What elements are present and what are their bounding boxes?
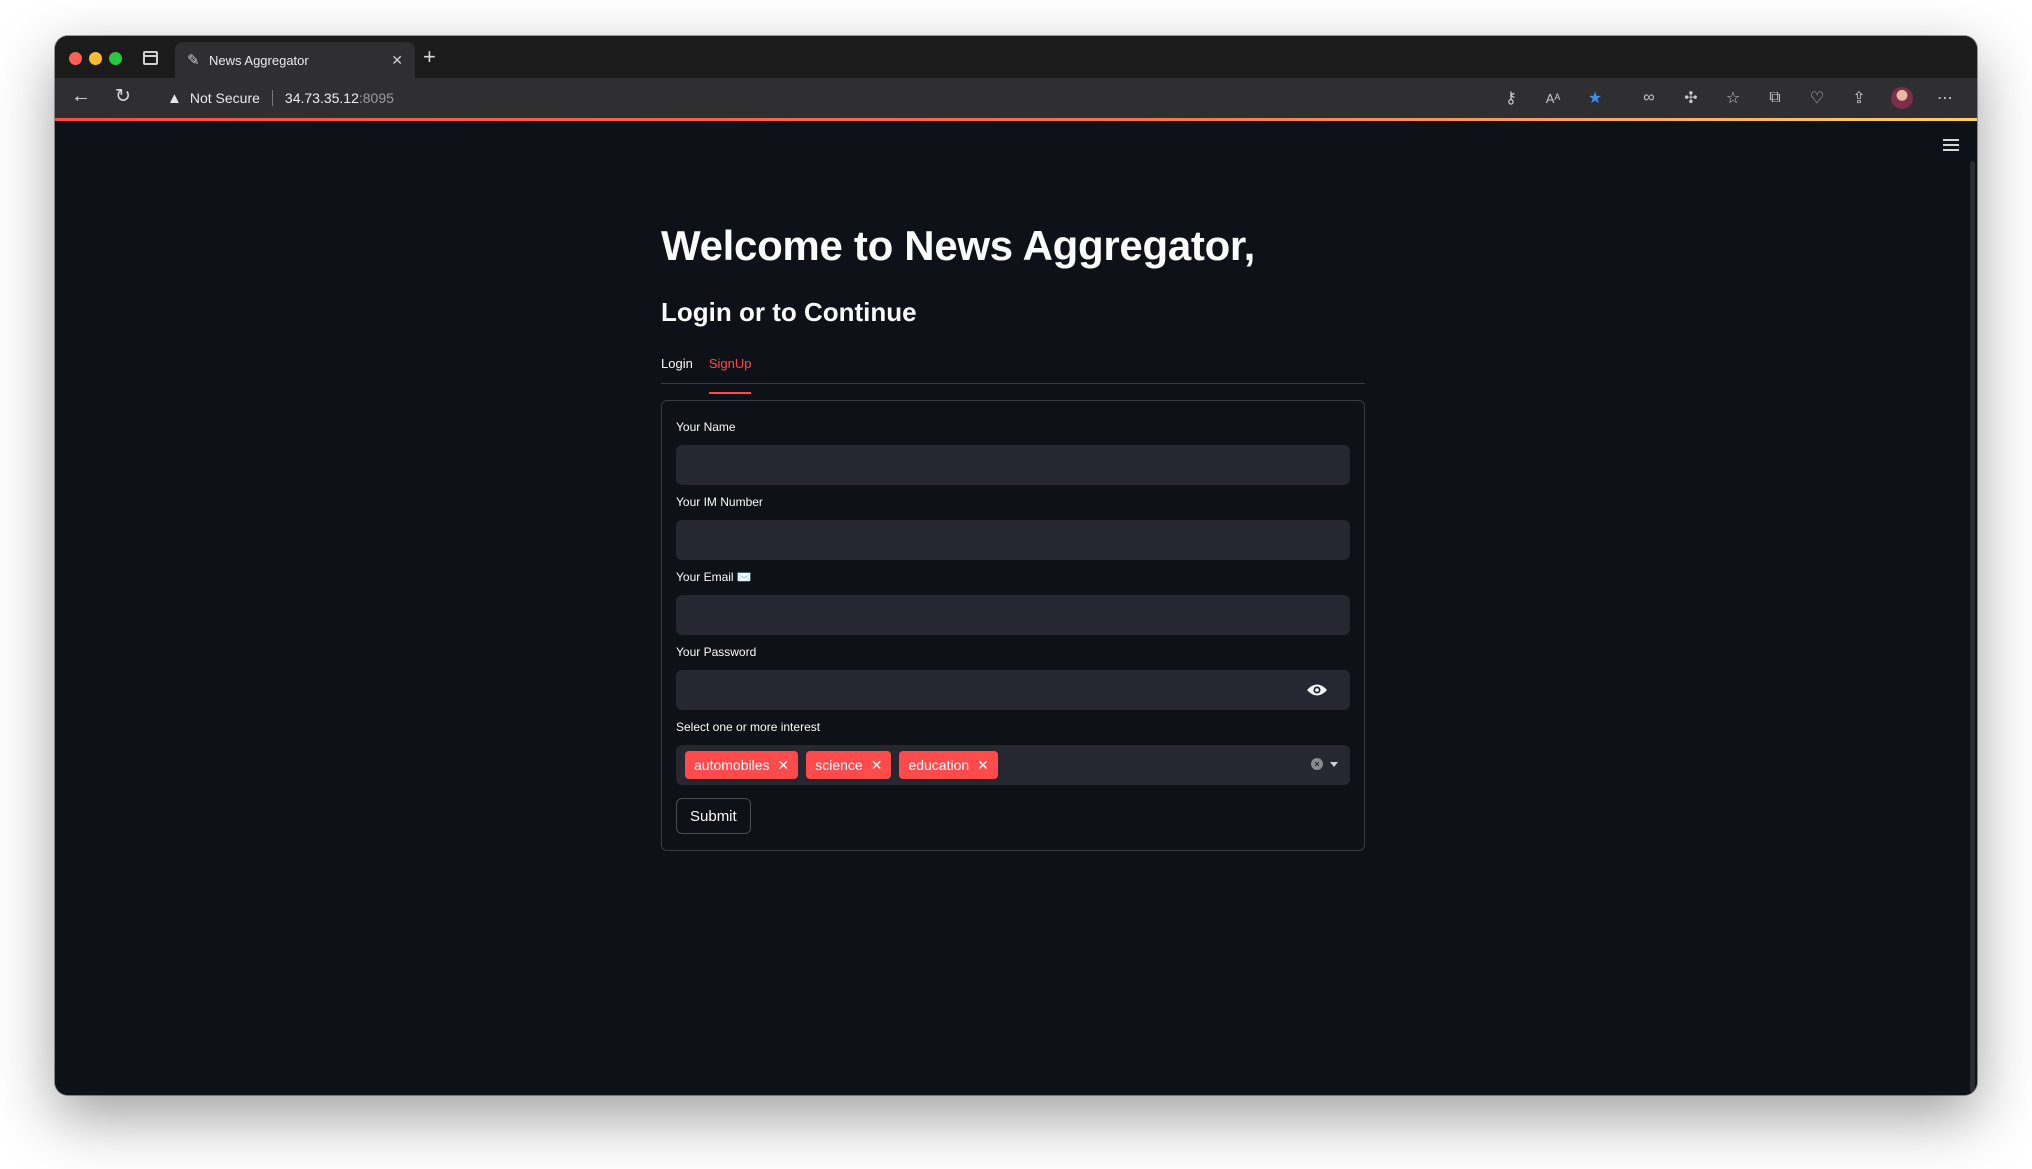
feather-icon: ✎ — [187, 52, 200, 69]
main-menu-icon[interactable] — [1943, 139, 1959, 154]
read-aloud-icon[interactable]: Aᴬ — [1543, 91, 1563, 106]
share-icon[interactable]: ⇪ — [1849, 88, 1869, 108]
minimize-window-button[interactable] — [89, 52, 102, 65]
tab-title: News Aggregator — [209, 52, 309, 68]
tab-signup[interactable]: SignUp — [708, 354, 751, 395]
url-port: :8095 — [358, 90, 394, 106]
app-page: Welcome to News Aggregator, Login or to … — [55, 121, 1977, 1095]
interest-chip: education ✕ — [899, 751, 998, 780]
url-host: 34.73.35.12 — [284, 90, 359, 106]
interest-chip: automobiles ✕ — [685, 751, 799, 780]
interest-chip: science ✕ — [806, 751, 892, 780]
email-label: Your Email ✉️ — [676, 570, 752, 585]
toolbar-icons: ⚷ Aᴬ ★ ∞ ✣ ☆ ⧉ ♡ ⇪ ⋯ — [1479, 87, 1955, 109]
password-input[interactable] — [676, 670, 1350, 711]
address-toolbar: ← ↻ ▲ Not Secure 34.73.35.12 :8095 ⚷ Aᴬ … — [55, 78, 1977, 118]
close-window-button[interactable] — [69, 52, 82, 65]
name-label: Your Name — [676, 420, 736, 435]
chip-label: education — [908, 757, 970, 774]
submit-button[interactable]: Submit — [676, 798, 751, 835]
address-bar[interactable]: ▲ Not Secure 34.73.35.12 :8095 — [155, 82, 1605, 114]
chip-label: science — [815, 757, 863, 774]
scrollbar[interactable] — [1970, 161, 1975, 1093]
favorites-icon[interactable]: ☆ — [1723, 88, 1743, 108]
favorite-star-icon[interactable]: ★ — [1585, 88, 1605, 108]
email-input[interactable] — [676, 595, 1350, 636]
browser-tab[interactable]: ✎ News Aggregator ✕ — [175, 42, 415, 78]
tab-strip: ✎ News Aggregator ✕ + — [55, 36, 1977, 78]
auth-tabs: Login SignUp — [661, 354, 1365, 395]
new-tab-icon[interactable]: + — [423, 44, 436, 70]
back-icon[interactable]: ← — [71, 85, 91, 108]
browser-window: ✎ News Aggregator ✕ + ← ↻ ▲ Not Secure 3… — [55, 36, 1977, 1095]
tab-close-icon[interactable]: ✕ — [391, 52, 403, 69]
warning-icon: ▲ — [167, 89, 182, 107]
clear-all-icon[interactable]: × — [1311, 758, 1323, 771]
security-label: Not Secure — [189, 90, 260, 106]
collections-icon[interactable]: ⧉ — [1765, 89, 1785, 107]
extension-glasses-icon[interactable]: ∞ — [1639, 89, 1659, 107]
key-icon[interactable]: ⚷ — [1501, 88, 1521, 108]
maximize-window-button[interactable] — [109, 52, 122, 65]
chip-label: automobiles — [694, 757, 770, 774]
main-content: Welcome to News Aggregator, Login or to … — [661, 221, 1365, 852]
divider — [271, 90, 273, 106]
password-field — [676, 670, 1350, 711]
interest-label: Select one or more interest — [676, 720, 821, 735]
extensions-icon[interactable]: ✣ — [1681, 88, 1701, 108]
tab-actions-icon[interactable] — [143, 51, 158, 65]
chip-remove-icon[interactable]: ✕ — [871, 757, 883, 774]
chip-remove-icon[interactable]: ✕ — [778, 757, 790, 774]
signup-form: Your Name Your IM Number Your Email ✉️ Y… — [661, 400, 1365, 852]
name-input[interactable] — [676, 445, 1350, 486]
chip-remove-icon[interactable]: ✕ — [977, 757, 989, 774]
multiselect-controls: × — [1311, 758, 1338, 771]
reload-icon[interactable]: ↻ — [115, 85, 131, 108]
profile-avatar[interactable] — [1891, 87, 1913, 109]
password-label: Your Password — [676, 645, 757, 660]
eye-icon[interactable] — [1306, 683, 1328, 697]
im-number-label: Your IM Number — [676, 495, 763, 510]
im-number-input[interactable] — [676, 520, 1350, 561]
chevron-down-icon[interactable] — [1330, 761, 1338, 767]
more-icon[interactable]: ⋯ — [1935, 88, 1955, 108]
tab-login[interactable]: Login — [661, 354, 693, 383]
page-title: Welcome to News Aggregator, — [661, 222, 1256, 269]
performance-icon[interactable]: ♡ — [1807, 88, 1827, 108]
interest-multiselect[interactable]: automobiles ✕ science ✕ education ✕ × — [676, 745, 1350, 786]
page-subtitle: Login or to Continue — [661, 297, 917, 328]
